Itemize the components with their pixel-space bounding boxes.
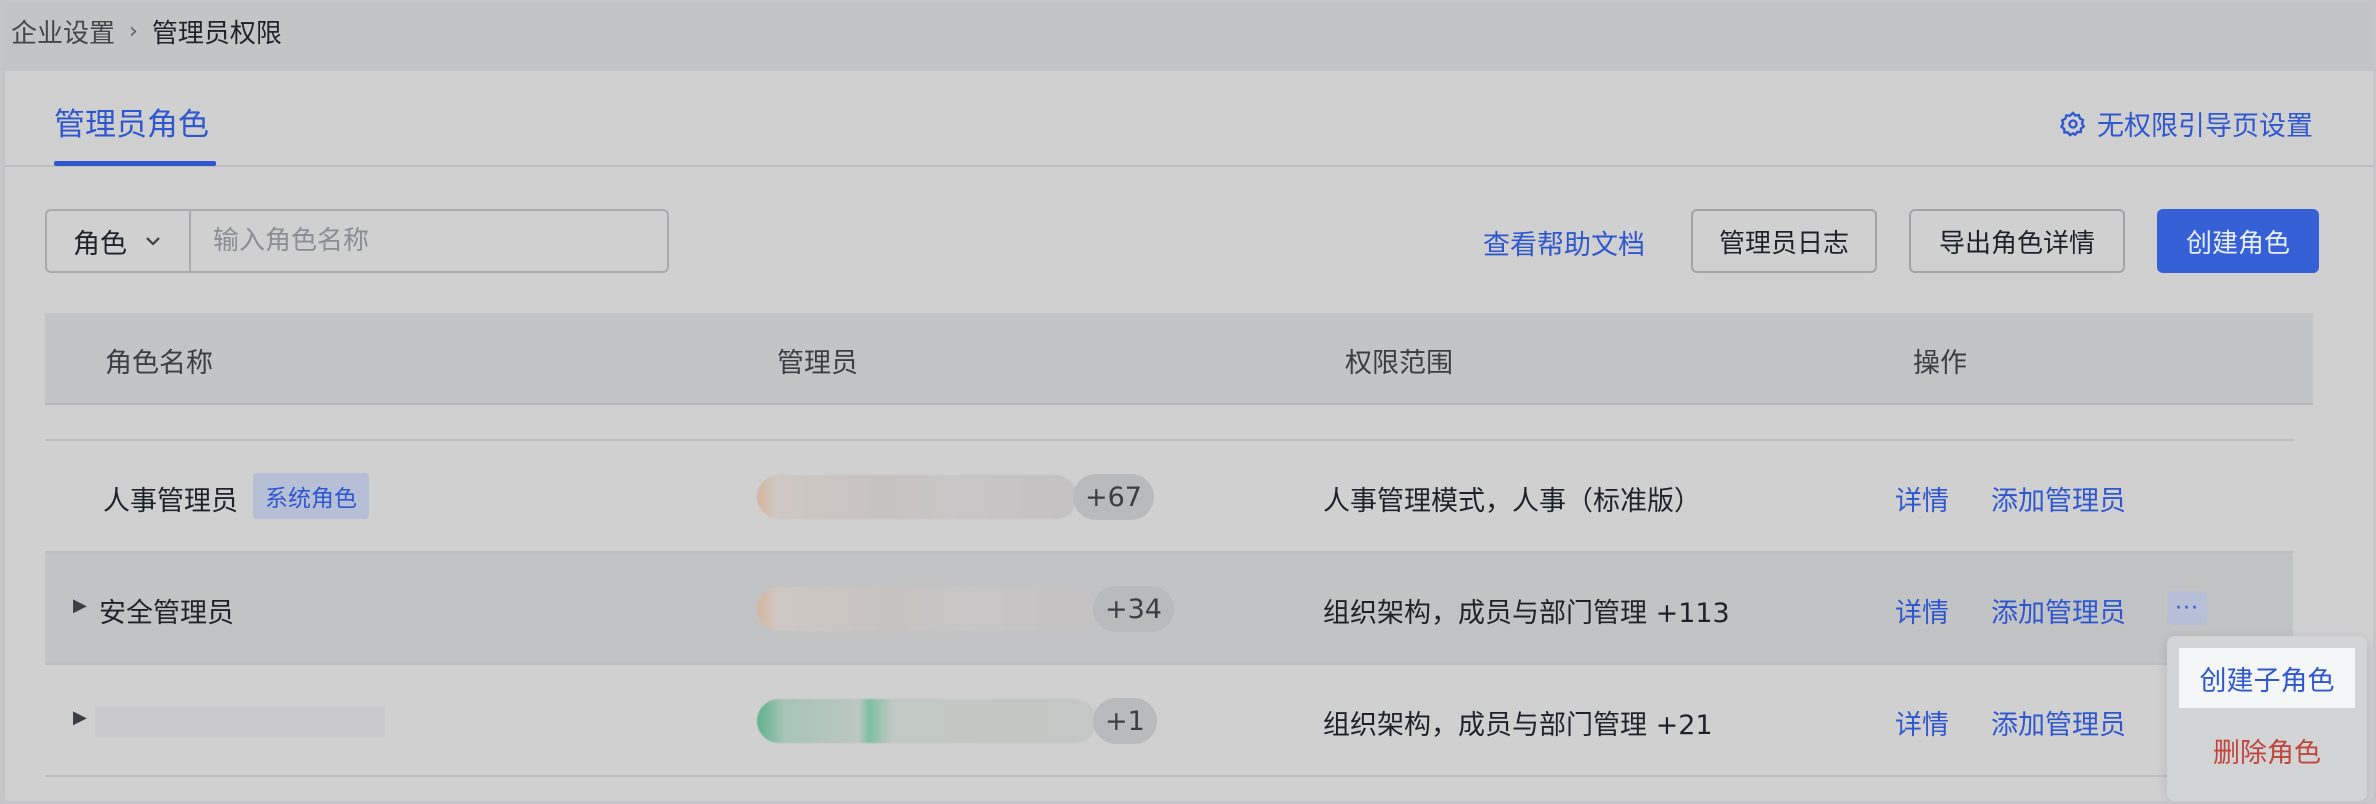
admin-avatars[interactable] bbox=[757, 475, 1077, 519]
system-role-badge: 系统角色 bbox=[253, 473, 369, 519]
table-row: ▶ 安全管理员 +34 组织架构，成员与部门管理 +113 详情 添加管理员 ·… bbox=[45, 553, 2293, 665]
role-name: 安全管理员 bbox=[99, 598, 234, 629]
expand-caret-icon[interactable]: ▶ bbox=[73, 707, 87, 728]
table-row: ▶ +1 组织架构，成员与部门管理 +21 详情 添加管理员 bbox=[45, 665, 2293, 777]
gear-icon bbox=[2059, 110, 2086, 137]
chevron-right-icon: › bbox=[129, 18, 138, 44]
admin-avatars[interactable] bbox=[757, 699, 1097, 743]
window: 企业设置 › 管理员权限 管理员角色 无权限引导页设置 角色 输入角色名称 查看… bbox=[3, 3, 2373, 801]
export-role-details-button[interactable]: 导出角色详情 bbox=[1909, 209, 2125, 273]
role-search-input[interactable] bbox=[191, 211, 667, 271]
role-filter-select[interactable]: 角色 bbox=[47, 211, 191, 271]
column-header-admins: 管理员 bbox=[777, 348, 858, 379]
help-docs-link[interactable]: 查看帮助文档 bbox=[1483, 223, 1645, 262]
breadcrumb-parent[interactable]: 企业设置 bbox=[11, 13, 115, 50]
create-role-button[interactable]: 创建角色 bbox=[2157, 209, 2319, 273]
chevron-down-icon bbox=[146, 237, 160, 246]
tab-active-indicator bbox=[54, 161, 216, 166]
create-sub-role-menu-item[interactable]: 创建子角色 bbox=[2179, 648, 2355, 708]
tab-admin-roles[interactable]: 管理员角色 bbox=[54, 99, 209, 144]
no-permission-guide-link[interactable]: 无权限引导页设置 bbox=[2059, 104, 2313, 143]
column-header-actions: 操作 bbox=[1913, 348, 1967, 379]
admin-count-badge[interactable]: +1 bbox=[1093, 698, 1157, 744]
guide-link-label: 无权限引导页设置 bbox=[2097, 111, 2313, 142]
role-filter-label: 角色 bbox=[73, 228, 127, 260]
tab-bar: 管理员角色 无权限引导页设置 bbox=[5, 71, 2373, 167]
breadcrumb-current: 管理员权限 bbox=[151, 18, 282, 49]
detail-link[interactable]: 详情 bbox=[1895, 703, 1949, 742]
role-name-redacted bbox=[95, 707, 385, 737]
toolbar: 角色 查看帮助文档 管理员日志 导出角色详情 创建角色 bbox=[45, 209, 2319, 273]
column-header-role-name: 角色名称 bbox=[105, 348, 213, 379]
more-actions-button[interactable]: ··· bbox=[2167, 591, 2207, 625]
table-header: 角色名称 管理员 权限范围 操作 bbox=[45, 313, 2313, 405]
detail-link[interactable]: 详情 bbox=[1895, 479, 1949, 518]
add-admin-link[interactable]: 添加管理员 bbox=[1991, 703, 2126, 742]
add-admin-link[interactable]: 添加管理员 bbox=[1991, 479, 2126, 518]
more-actions-dropdown: 创建子角色 删除角色 bbox=[2167, 636, 2367, 801]
admin-count-badge[interactable]: +34 bbox=[1093, 586, 1174, 632]
admin-count-badge[interactable]: +67 bbox=[1073, 474, 1154, 520]
column-header-scope: 权限范围 bbox=[1345, 348, 1453, 379]
table-row-partial bbox=[45, 405, 2293, 441]
add-admin-link[interactable]: 添加管理员 bbox=[1991, 591, 2126, 630]
main-panel: 管理员角色 无权限引导页设置 角色 查看帮助文档 管理员日志 导出角色详情 bbox=[5, 71, 2373, 801]
breadcrumb: 企业设置 › 管理员权限 bbox=[11, 11, 282, 51]
admin-avatars[interactable] bbox=[757, 587, 1097, 631]
permission-scope: 组织架构，成员与部门管理 +113 bbox=[1323, 598, 1730, 629]
delete-role-menu-item[interactable]: 删除角色 bbox=[2179, 720, 2355, 780]
permission-scope: 人事管理模式，人事（标准版） bbox=[1323, 486, 1701, 517]
role-name: 人事管理员 bbox=[103, 486, 238, 517]
table-row: 人事管理员 系统角色 +67 人事管理模式，人事（标准版） 详情 添加管理员 bbox=[45, 441, 2293, 553]
permission-scope: 组织架构，成员与部门管理 +21 bbox=[1323, 710, 1713, 741]
search-group: 角色 bbox=[45, 209, 669, 273]
expand-caret-icon[interactable]: ▶ bbox=[73, 595, 87, 616]
admin-log-button[interactable]: 管理员日志 bbox=[1691, 209, 1877, 273]
detail-link[interactable]: 详情 bbox=[1895, 591, 1949, 630]
